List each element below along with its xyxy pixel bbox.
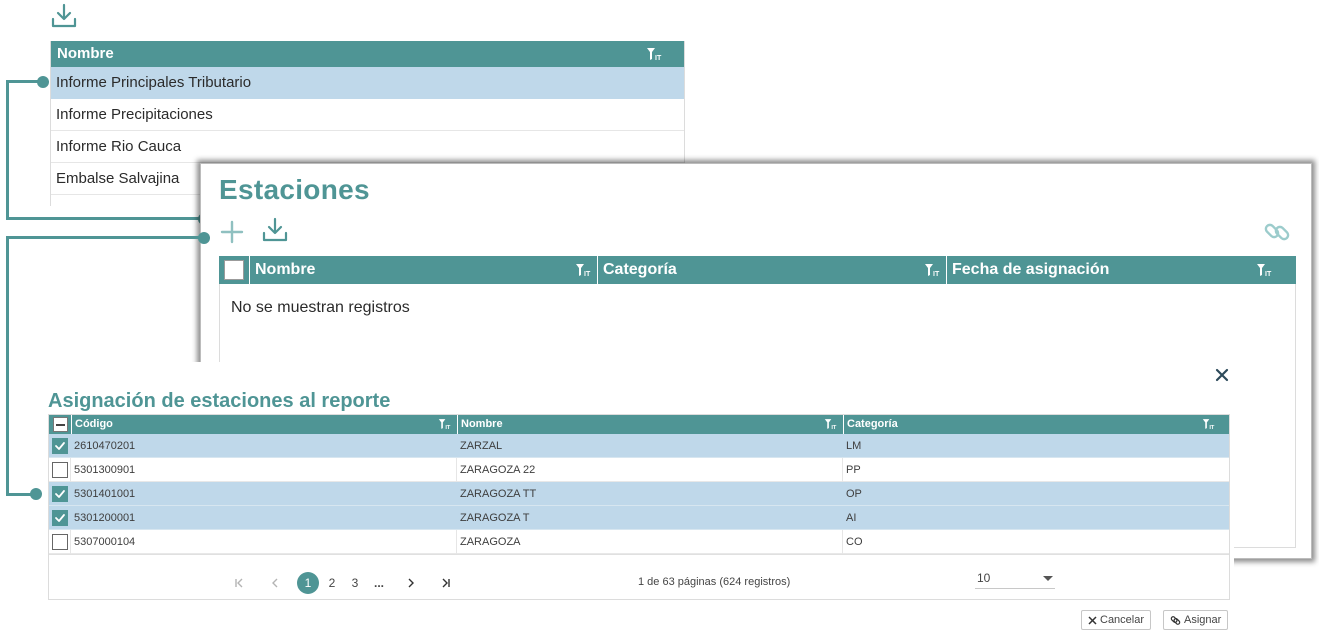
column-header-nombre[interactable]: Nombre IT bbox=[457, 415, 843, 434]
row-checkbox[interactable] bbox=[52, 534, 68, 550]
assignment-header: Código IT Nombre IT Categoría IT bbox=[49, 415, 1229, 434]
connector-line bbox=[6, 236, 9, 496]
select-all-checkbox[interactable] bbox=[53, 417, 68, 432]
last-page-icon[interactable] bbox=[439, 572, 453, 594]
column-header-categoria[interactable]: Categoría IT bbox=[843, 415, 1229, 434]
table-row[interactable]: 5301300901 ZARAGOZA 22 PP bbox=[49, 458, 1229, 482]
filter-icon[interactable]: IT bbox=[824, 418, 837, 430]
column-header-codigo[interactable]: Código IT bbox=[71, 415, 457, 434]
svg-text:IT: IT bbox=[1265, 271, 1272, 277]
svg-text:IT: IT bbox=[831, 425, 837, 430]
link-icon[interactable] bbox=[1263, 218, 1291, 246]
connector-dot bbox=[198, 232, 210, 244]
page-button-current[interactable]: 1 bbox=[297, 572, 319, 594]
cell-nombre: ZARAGOZA T bbox=[460, 512, 530, 524]
cell-codigo: 5301401001 bbox=[74, 488, 136, 500]
column-header-categoria[interactable]: Categoría IT bbox=[597, 256, 946, 284]
page-button[interactable]: 2 bbox=[325, 572, 339, 594]
download-icon[interactable] bbox=[50, 2, 78, 30]
header-select-cell bbox=[49, 415, 71, 434]
cell-nombre: ZARZAL bbox=[460, 440, 503, 452]
cell-nombre: ZARAGOZA 22 bbox=[460, 464, 536, 476]
svg-text:IT: IT bbox=[584, 271, 591, 277]
connector-line bbox=[6, 217, 204, 220]
dialog-title: Asignación de estaciones al reporte bbox=[48, 390, 391, 412]
close-icon[interactable] bbox=[1213, 366, 1231, 384]
prev-page-icon[interactable] bbox=[268, 572, 282, 594]
pager: 1 2 3 ... 1 de 63 páginas (624 registros… bbox=[49, 554, 1229, 599]
filter-icon[interactable]: IT bbox=[1256, 263, 1272, 277]
row-checkbox[interactable] bbox=[52, 438, 68, 454]
link-icon bbox=[1170, 615, 1181, 626]
header-select-cell bbox=[219, 256, 249, 284]
list-item[interactable]: Informe Precipitaciones bbox=[51, 99, 684, 131]
stations-header: Nombre IT Categoría IT Fecha de asignaci… bbox=[219, 256, 1296, 284]
select-all-checkbox[interactable] bbox=[224, 260, 244, 280]
add-icon[interactable] bbox=[219, 219, 245, 245]
connector-dot bbox=[30, 488, 42, 500]
row-checkbox[interactable] bbox=[52, 462, 68, 478]
page-size-select[interactable]: 10 bbox=[975, 567, 1055, 589]
download-icon[interactable] bbox=[261, 216, 289, 244]
cancel-button[interactable]: Cancelar bbox=[1081, 610, 1152, 630]
cell-categoria: OP bbox=[846, 488, 862, 500]
filter-icon[interactable]: IT bbox=[1202, 418, 1215, 430]
filter-icon[interactable]: IT bbox=[575, 263, 591, 277]
page-title: Estaciones bbox=[219, 174, 370, 205]
cell-nombre: ZARAGOZA TT bbox=[460, 488, 537, 500]
cell-codigo: 5301300901 bbox=[74, 464, 136, 476]
table-row[interactable]: 5301401001 ZARAGOZA TT OP bbox=[49, 482, 1229, 506]
reports-header: Nombre IT bbox=[51, 41, 684, 67]
row-checkbox[interactable] bbox=[52, 510, 68, 526]
cell-categoria: PP bbox=[846, 464, 861, 476]
cell-categoria: CO bbox=[846, 536, 863, 548]
svg-text:IT: IT bbox=[445, 425, 451, 430]
column-header-nombre[interactable]: Nombre bbox=[57, 45, 114, 62]
page-button[interactable]: 3 bbox=[348, 572, 362, 594]
pager-info: 1 de 63 páginas (624 registros) bbox=[638, 576, 791, 588]
table-row[interactable]: 2610470201 ZARZAL LM bbox=[49, 434, 1229, 458]
filter-icon[interactable]: IT bbox=[924, 263, 940, 277]
table-row[interactable]: 5301200001 ZARAGOZA T AI bbox=[49, 506, 1229, 530]
connector-line bbox=[6, 80, 9, 220]
list-item[interactable]: Informe Rio Cauca bbox=[51, 131, 684, 163]
svg-text:IT: IT bbox=[655, 55, 662, 61]
assign-button[interactable]: Asignar bbox=[1163, 610, 1229, 630]
connector-line bbox=[6, 236, 204, 239]
column-header-fecha[interactable]: Fecha de asignación IT bbox=[946, 256, 1296, 284]
assignment-grid: Código IT Nombre IT Categoría IT 2610470… bbox=[48, 414, 1230, 600]
chevron-down-icon bbox=[1043, 576, 1053, 581]
next-page-icon[interactable] bbox=[404, 572, 418, 594]
filter-icon[interactable]: IT bbox=[646, 47, 662, 61]
cell-categoria: LM bbox=[846, 440, 862, 452]
first-page-icon[interactable] bbox=[232, 572, 246, 594]
row-checkbox[interactable] bbox=[52, 486, 68, 502]
connector-dot bbox=[37, 76, 49, 88]
filter-icon[interactable]: IT bbox=[438, 418, 451, 430]
cell-categoria: AI bbox=[846, 512, 857, 524]
svg-text:IT: IT bbox=[1209, 425, 1215, 430]
table-row[interactable]: 5307000104 ZARAGOZA CO bbox=[49, 530, 1229, 554]
cell-codigo: 2610470201 bbox=[74, 440, 136, 452]
list-item[interactable]: Informe Principales Tributario bbox=[51, 67, 684, 99]
svg-text:IT: IT bbox=[933, 271, 940, 277]
cell-codigo: 5301200001 bbox=[74, 512, 136, 524]
page-ellipsis[interactable]: ... bbox=[369, 572, 389, 594]
cell-nombre: ZARAGOZA bbox=[460, 536, 521, 548]
assignment-dialog: Asignación de estaciones al reporte Códi… bbox=[0, 362, 1234, 635]
empty-message: No se muestran registros bbox=[231, 299, 410, 316]
cell-codigo: 5307000104 bbox=[74, 536, 136, 548]
close-icon bbox=[1088, 616, 1097, 625]
column-header-nombre[interactable]: Nombre IT bbox=[249, 256, 597, 284]
